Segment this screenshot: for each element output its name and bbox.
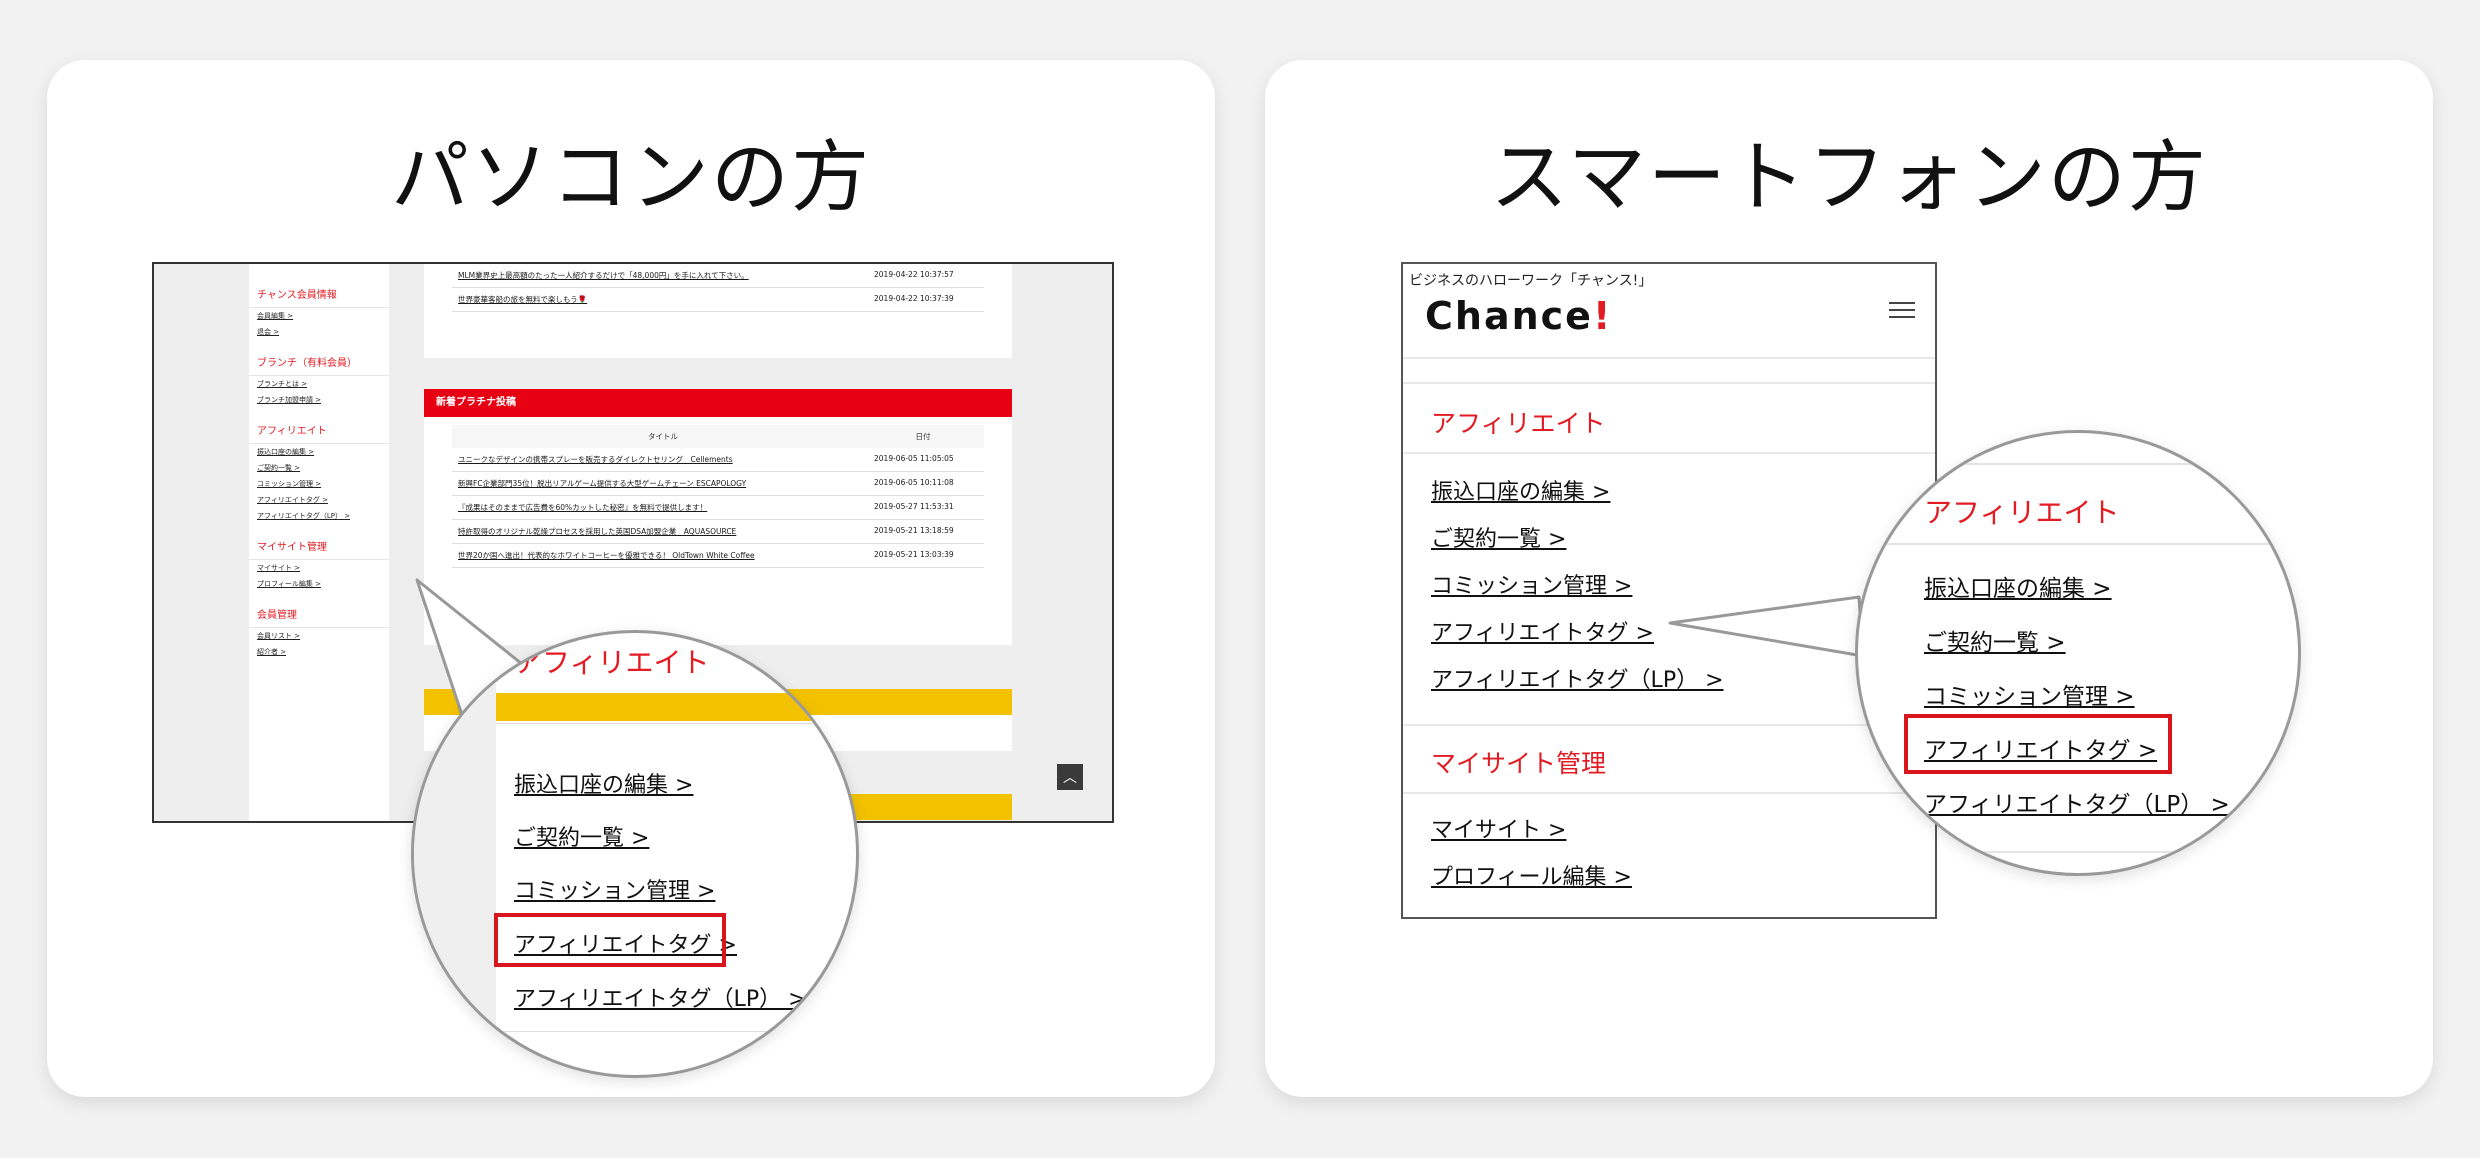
affiliate-link[interactable]: ご契約一覧 > <box>1924 623 2066 657</box>
sp-magnifier: アフィリエイト 振込口座の編集 > ご契約一覧 > コミッション管理 > アフィ… <box>1855 430 2301 876</box>
magnifier-title: アフィリエイト <box>1924 496 2120 529</box>
pc-magnifier: アフィリエイト 振込口座の編集 > ご契約一覧 > コミッション管理 > アフィ… <box>411 630 859 1078</box>
affiliate-link[interactable]: 振込口座の編集 > <box>1924 569 2112 603</box>
affiliate-link[interactable]: 振込口座の編集 > <box>514 767 693 799</box>
highlight-box <box>1904 714 2172 774</box>
pc-card: パソコンの方 チャンス会員情報 会員編集 > 退会 > ブランチ（有料会員） ブ… <box>47 60 1215 1097</box>
smartphone-card: スマートフォンの方 ビジネスのハローワーク「チャンス!」 Chance! アフィ… <box>1265 60 2433 1097</box>
affiliate-link[interactable]: ご契約一覧 > <box>514 820 649 852</box>
magnifier-title: アフィリエイト <box>514 646 710 679</box>
affiliate-link[interactable]: コミッション管理 > <box>514 873 715 905</box>
highlight-box <box>494 913 726 967</box>
affiliate-link[interactable]: コミッション管理 > <box>1924 677 2135 711</box>
affiliate-link[interactable]: アフィリエイトタグ（LP） > <box>1924 785 2230 819</box>
affiliate-link[interactable]: アフィリエイトタグ（LP） > <box>514 981 807 1013</box>
